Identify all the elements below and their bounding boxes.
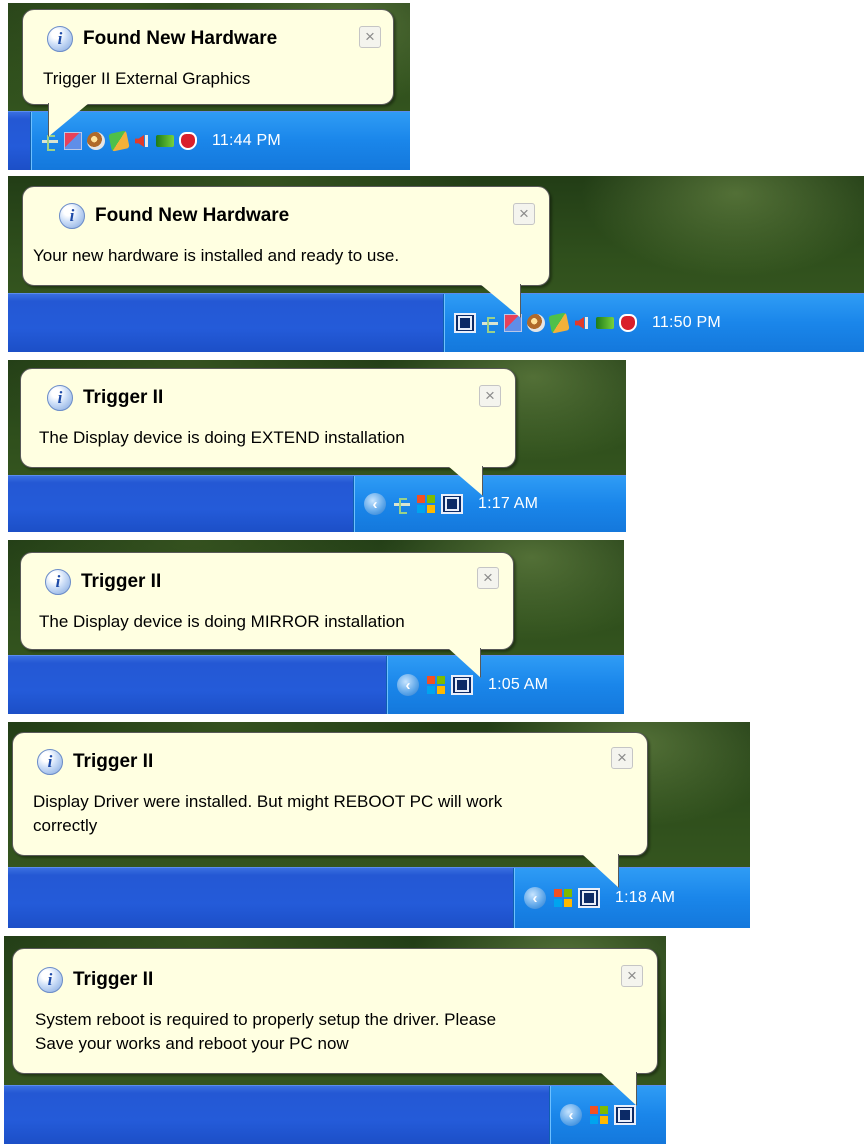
balloon-message: The Display device is doing EXTEND insta…: [39, 428, 405, 447]
notification-balloon[interactable]: i Trigger II × The Display device is doi…: [20, 552, 514, 650]
chevron-left-icon[interactable]: ‹: [364, 493, 386, 515]
info-icon: i: [59, 203, 85, 229]
close-button[interactable]: ×: [479, 385, 501, 407]
chevron-left-icon[interactable]: ‹: [397, 674, 419, 696]
close-button[interactable]: ×: [611, 747, 633, 769]
balloon-title: Trigger II: [73, 751, 154, 772]
security-shield-icon[interactable]: [179, 132, 197, 150]
green-app-icon[interactable]: [548, 312, 570, 334]
network-icon[interactable]: [504, 314, 522, 332]
notification-balloon[interactable]: i Trigger II × The Display device is doi…: [20, 368, 516, 468]
disc-icon[interactable]: [527, 314, 545, 332]
balloon-title: Trigger II: [81, 571, 162, 592]
windows-icon[interactable]: [416, 494, 436, 514]
balloon-message: Trigger II External Graphics: [43, 69, 251, 88]
green-app-icon[interactable]: [108, 130, 130, 152]
system-tray: ‹ 1:17 AM: [353, 476, 626, 532]
balloon-message-line-2: Save your works and reboot your PC now: [35, 1034, 349, 1053]
balloon-title: Trigger II: [73, 969, 154, 990]
taskbar: 11:50 PM: [8, 293, 864, 352]
taskbar: ‹ 1:05 AM: [8, 655, 624, 714]
balloon-message-line-1: Display Driver were installed. But might…: [33, 792, 503, 811]
display-adapter-icon[interactable]: [451, 675, 473, 695]
system-tray: ‹: [549, 1086, 666, 1144]
screenshot-2: 11:50 PM i Found New Hardware × Your new…: [8, 176, 864, 352]
balloon-message-line-1: System reboot is required to properly se…: [35, 1010, 497, 1029]
close-button[interactable]: ×: [513, 203, 535, 225]
screenshot-3: ‹ 1:17 AM i Trigger II × The Display dev…: [8, 360, 626, 532]
windows-icon[interactable]: [426, 675, 446, 695]
clock[interactable]: 1:18 AM: [615, 889, 675, 907]
info-icon: i: [45, 569, 71, 595]
close-button[interactable]: ×: [359, 26, 381, 48]
usb-icon[interactable]: [481, 314, 499, 333]
close-button[interactable]: ×: [477, 567, 499, 589]
network-icon[interactable]: [64, 132, 82, 150]
notification-balloon[interactable]: i Found New Hardware × Trigger II Extern…: [22, 9, 394, 105]
balloon-message: Your new hardware is installed and ready…: [33, 246, 400, 265]
chevron-left-icon[interactable]: ‹: [560, 1104, 582, 1126]
nvidia-icon[interactable]: [156, 135, 174, 147]
info-icon: i: [37, 749, 63, 775]
windows-icon[interactable]: [553, 888, 573, 908]
display-adapter-icon[interactable]: [441, 494, 463, 514]
notification-balloon[interactable]: i Found New Hardware × Your new hardware…: [22, 186, 550, 286]
info-icon: i: [37, 967, 63, 993]
clock[interactable]: 1:05 AM: [488, 676, 548, 694]
display-adapter-icon[interactable]: [578, 888, 600, 908]
clock[interactable]: 11:50 PM: [652, 314, 721, 332]
clock[interactable]: 11:44 PM: [212, 132, 281, 150]
screenshot-1: 11:44 PM i Found New Hardware × Trigger …: [8, 3, 410, 170]
windows-icon[interactable]: [589, 1105, 609, 1125]
display-adapter-icon[interactable]: [614, 1105, 636, 1125]
nvidia-icon[interactable]: [596, 317, 614, 329]
balloon-message-line-2: correctly: [33, 816, 98, 835]
balloon-title: Found New Hardware: [95, 205, 290, 226]
chevron-left-icon[interactable]: ‹: [524, 887, 546, 909]
disc-icon[interactable]: [87, 132, 105, 150]
clock[interactable]: 1:17 AM: [478, 495, 538, 513]
taskbar: ‹ 1:17 AM: [8, 475, 626, 532]
speaker-icon[interactable]: [573, 314, 591, 332]
taskbar: ‹: [4, 1085, 666, 1144]
close-button[interactable]: ×: [621, 965, 643, 987]
system-tray: 11:44 PM: [30, 112, 410, 170]
security-shield-icon[interactable]: [619, 314, 637, 332]
screenshot-4: ‹ 1:05 AM i Trigger II × The Display dev…: [8, 540, 624, 714]
taskbar: ‹ 1:18 AM: [8, 867, 750, 928]
balloon-title: Found New Hardware: [83, 28, 278, 49]
usb-icon[interactable]: [393, 495, 411, 514]
balloon-title: Trigger II: [83, 387, 164, 408]
balloon-message: The Display device is doing MIRROR insta…: [39, 612, 405, 631]
info-icon: i: [47, 385, 73, 411]
system-tray: ‹ 1:05 AM: [386, 656, 624, 714]
notification-balloon[interactable]: i Trigger II × System reboot is required…: [12, 948, 658, 1074]
screenshot-5: ‹ 1:18 AM i Trigger II × Display Driver …: [8, 722, 750, 928]
speaker-icon[interactable]: [133, 132, 151, 150]
info-icon: i: [47, 26, 73, 52]
notification-balloon[interactable]: i Trigger II × Display Driver were insta…: [12, 732, 648, 856]
system-tray: ‹ 1:18 AM: [513, 868, 750, 928]
screenshot-6: ‹ i Trigger II × System reboot is requir…: [4, 936, 666, 1144]
display-adapter-icon[interactable]: [454, 313, 476, 333]
